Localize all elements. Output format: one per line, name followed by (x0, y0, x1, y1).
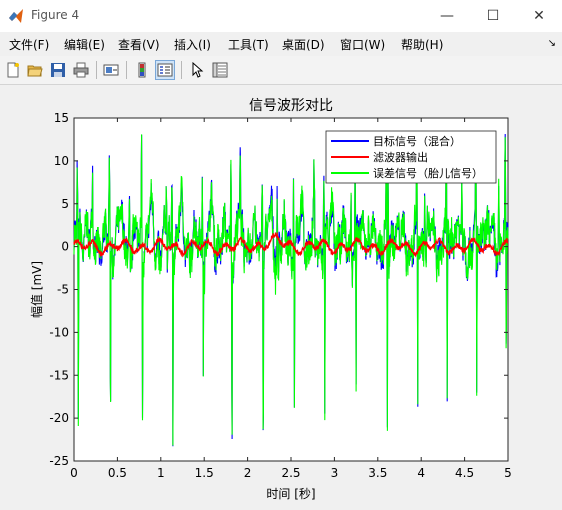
close-button[interactable]: ✕ (516, 0, 562, 32)
menu-view[interactable]: 查看(V) (118, 36, 160, 53)
x-tick-label: 2 (244, 466, 252, 480)
legend-label: 目标信号（混合） (373, 134, 461, 148)
minimize-icon: — (440, 8, 454, 24)
save-icon[interactable] (48, 60, 68, 80)
open-file-icon[interactable] (25, 60, 45, 80)
menu-tools[interactable]: 工具(T) (228, 36, 269, 53)
y-tick-label: -25 (49, 454, 69, 468)
x-tick-label: 3 (331, 466, 339, 480)
y-tick-label: -10 (49, 325, 69, 339)
x-tick-label: 0 (70, 466, 78, 480)
matlab-logo-icon (8, 8, 24, 24)
y-tick-label: -20 (49, 411, 69, 425)
menu-window[interactable]: 窗口(W) (340, 36, 385, 53)
link-plot-icon[interactable] (101, 60, 121, 80)
edit-plot-pointer-icon[interactable] (187, 60, 207, 80)
x-axis-label: 时间 [秒] (266, 487, 315, 501)
figure-toolbar (0, 56, 562, 85)
toolbar-separator (181, 61, 182, 79)
maximize-icon: ☐ (486, 8, 500, 24)
legend-label: 误差信号（胎儿信号） (373, 166, 483, 180)
print-icon[interactable] (71, 60, 91, 80)
chart-title: 信号波形对比 (249, 98, 333, 114)
legend[interactable]: 目标信号（混合） 滤波器输出误差信号（胎儿信号） (325, 130, 497, 184)
toolbar-separator (96, 61, 97, 79)
menu-edit[interactable]: 编辑(E) (64, 36, 105, 53)
minimize-button[interactable]: — (424, 0, 470, 32)
x-tick-label: 4.5 (455, 466, 474, 480)
insert-colorbar-icon[interactable] (132, 60, 152, 80)
menu-insert[interactable]: 插入(I) (174, 36, 211, 53)
menu-help[interactable]: 帮助(H) (401, 36, 443, 53)
property-inspector-icon[interactable] (210, 60, 230, 80)
figure-window: Figure 4 — ☐ ✕ 文件(F) 编辑(E) 查看(V) 插入(I) 工… (0, 0, 562, 507)
menu-bar: 文件(F) 编辑(E) 查看(V) 插入(I) 工具(T) 桌面(D) 窗口(W… (0, 32, 562, 56)
x-tick-label: 1.5 (195, 466, 214, 480)
y-axis-label: 幅值 [mV] (29, 261, 44, 318)
menu-desktop[interactable]: 桌面(D) (282, 36, 325, 53)
x-tick-label: 1 (157, 466, 165, 480)
close-icon: ✕ (533, 8, 545, 24)
new-figure-icon[interactable] (3, 60, 23, 80)
y-tick-label: 0 (61, 240, 69, 254)
y-tick-label: 15 (54, 111, 69, 125)
toolbar-separator (126, 61, 127, 79)
x-tick-label: 3.5 (368, 466, 387, 480)
chart-svg: 信号波形对比 0 0.5 1 1.5 2 2.5 3 3.5 4 4.5 5 -25 -20 -15 -10… (29, 98, 512, 501)
corner-arrow-icon[interactable]: ↘ (548, 38, 556, 49)
y-tick-label: 10 (54, 154, 69, 168)
window-title: Figure 4 (31, 8, 80, 22)
maximize-button[interactable]: ☐ (470, 0, 516, 32)
y-tick-label: 5 (61, 197, 69, 211)
x-tick-label: 4 (417, 466, 425, 480)
legend-label: 滤波器输出 (373, 150, 428, 164)
y-tick-label: -15 (49, 368, 69, 382)
x-tick-label: 2.5 (281, 466, 300, 480)
y-tick-label: -5 (57, 283, 69, 297)
insert-legend-icon[interactable] (155, 60, 175, 80)
x-tick-label: 0.5 (108, 466, 127, 480)
menu-file[interactable]: 文件(F) (9, 36, 49, 53)
x-tick-label: 5 (504, 466, 512, 480)
title-bar: Figure 4 — ☐ ✕ (0, 0, 562, 32)
figure-canvas: 信号波形对比 0 0.5 1 1.5 2 2.5 3 3.5 4 4.5 5 -25 -20 -15 -10… (0, 85, 562, 507)
